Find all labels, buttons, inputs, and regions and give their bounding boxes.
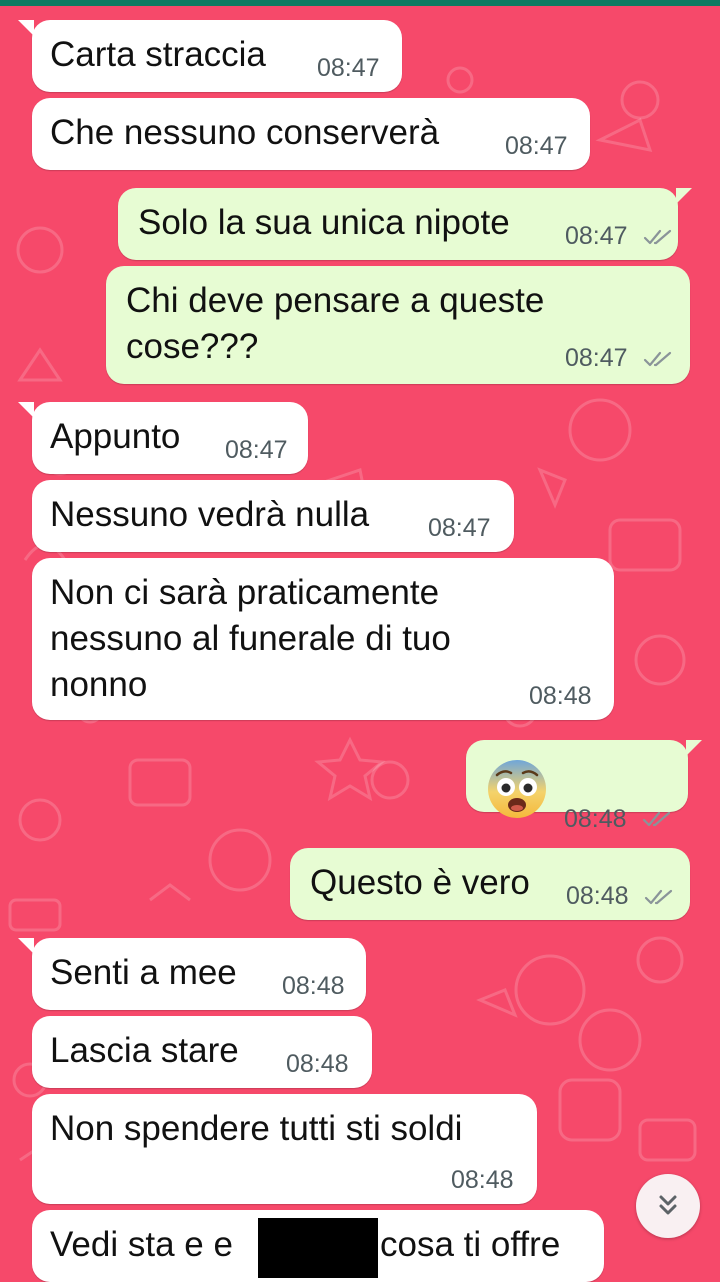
message-text-line: nessuno al funerale di tuo bbox=[50, 619, 451, 658]
message-text: Che nessuno conserverà bbox=[50, 113, 440, 152]
message-text: Senti a mee bbox=[50, 953, 237, 992]
incoming-message-bubble[interactable]: Senti a mee 08:48 bbox=[18, 938, 366, 1010]
message-timestamp: 08:47 bbox=[565, 344, 628, 372]
message-timestamp: 08:48 bbox=[286, 1050, 349, 1078]
redaction-block bbox=[258, 1218, 378, 1278]
message-timestamp: 08:47 bbox=[565, 222, 628, 250]
read-receipt-ticks-icon bbox=[643, 351, 672, 367]
message-timestamp: 08:48 bbox=[451, 1166, 514, 1194]
message-text: Nessuno vedrà nulla bbox=[50, 495, 370, 534]
read-receipt-ticks-icon bbox=[642, 811, 671, 827]
incoming-message-bubble[interactable]: Appunto 08:47 bbox=[18, 402, 308, 474]
fearful-face-emoji bbox=[486, 758, 548, 820]
scroll-to-bottom-button[interactable] bbox=[636, 1174, 700, 1238]
incoming-message-bubble[interactable]: Non ci sarà praticamente nessuno al funer… bbox=[32, 558, 614, 720]
outgoing-message-bubble[interactable]: Questo è vero 08:48 bbox=[290, 848, 690, 920]
message-timestamp: 08:48 bbox=[529, 682, 592, 710]
read-receipt-ticks-icon bbox=[643, 229, 672, 245]
incoming-message-bubble[interactable]: Nessuno vedrà nulla 08:47 bbox=[32, 480, 514, 552]
incoming-message-bubble[interactable]: Non spendere tutti sti soldi 08:48 bbox=[32, 1094, 537, 1204]
message-text: Solo la sua unica nipote bbox=[138, 203, 510, 242]
message-text-line: nonno bbox=[50, 665, 148, 704]
message-text: Appunto bbox=[50, 417, 181, 456]
outgoing-message-bubble[interactable]: Solo la sua unica nipote 08:47 bbox=[118, 188, 692, 260]
message-timestamp: 08:47 bbox=[317, 54, 380, 82]
message-timestamp: 08:47 bbox=[428, 514, 491, 542]
incoming-message-bubble[interactable]: Lascia stare 08:48 bbox=[32, 1016, 372, 1088]
message-timestamp: 08:48 bbox=[564, 805, 627, 833]
double-chevron-down-icon bbox=[659, 1195, 677, 1215]
message-timestamp: 08:47 bbox=[225, 436, 288, 464]
message-text: Lascia stare bbox=[50, 1031, 239, 1070]
message-text: Vedi sta e e bbox=[50, 1225, 233, 1264]
message-text: cosa ti offre bbox=[380, 1225, 561, 1264]
read-receipt-ticks-icon bbox=[644, 889, 673, 905]
message-text-line: Non ci sarà praticamente bbox=[50, 573, 440, 612]
message-text: Non spendere tutti sti soldi bbox=[50, 1109, 463, 1148]
incoming-message-bubble[interactable]: Carta straccia 08:47 bbox=[18, 20, 402, 92]
message-timestamp: 08:47 bbox=[505, 132, 568, 160]
message-text-line: Chi deve pensare a queste bbox=[126, 281, 545, 320]
message-text: Questo è vero bbox=[310, 863, 530, 902]
incoming-message-bubble[interactable]: Che nessuno conserverà 08:47 bbox=[32, 98, 590, 170]
incoming-message-bubble[interactable]: Vedi sta e e cosa ti offre bbox=[32, 1210, 604, 1282]
message-text-line: cose??? bbox=[126, 327, 259, 366]
outgoing-message-bubble[interactable]: 08:48 bbox=[466, 740, 702, 833]
message-timestamp: 08:48 bbox=[282, 972, 345, 1000]
outgoing-message-bubble[interactable]: Chi deve pensare a queste cose??? 08:47 bbox=[106, 266, 690, 384]
message-timestamp: 08:48 bbox=[566, 882, 629, 910]
message-text: Carta straccia bbox=[50, 35, 266, 74]
